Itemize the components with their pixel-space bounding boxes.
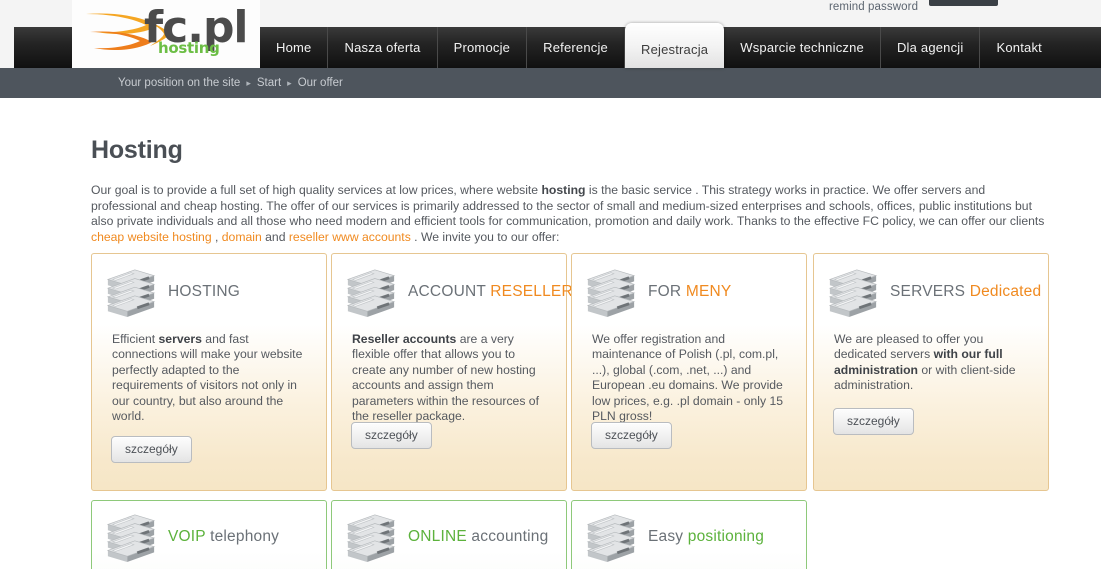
card-title-part-2: MENY xyxy=(685,283,732,300)
link-domain[interactable]: domain xyxy=(222,230,262,244)
breadcrumb-item-our-offer[interactable]: Our offer xyxy=(298,77,343,89)
card-title: Easy positioning xyxy=(648,528,764,546)
card-title-part-1: HOSTING xyxy=(168,283,241,300)
card-header: SERVERS Dedicated xyxy=(824,266,1041,318)
nav-item-dla-agencji[interactable]: Dla agencji xyxy=(881,27,981,68)
link-reseller-www-accounts[interactable]: reseller www accounts xyxy=(289,230,411,244)
nav-item-nasza-oferta[interactable]: Nasza oferta xyxy=(328,27,438,68)
card-body-bold: servers xyxy=(158,332,202,346)
card-header: HOSTING xyxy=(102,266,240,318)
card-header: ONLINE accounting xyxy=(342,511,548,563)
card-body-pre: We offer registration and maintenance of… xyxy=(592,332,784,424)
offer-card[interactable]: HOSTING Efficient servers and fast connec… xyxy=(91,253,327,491)
card-title-part-2: positioning xyxy=(687,528,765,545)
card-body-pre: Efficient xyxy=(112,332,159,346)
intro-bold-hosting: hosting xyxy=(541,183,586,197)
offer-card[interactable]: ACCOUNT RESELLER Reseller accounts are a … xyxy=(331,253,573,491)
details-button[interactable]: szczegóły xyxy=(351,422,432,449)
card-title: SERVERS Dedicated xyxy=(890,283,1041,301)
offer-card[interactable]: FOR MENY We offer registration and mainte… xyxy=(571,253,807,491)
server-stack-icon xyxy=(106,514,156,563)
card-body: We are pleased to offer you dedicated se… xyxy=(834,332,1032,394)
offer-card-small[interactable]: VOIP telephony xyxy=(91,500,327,569)
offer-card-small[interactable]: Easy positioning xyxy=(571,500,807,569)
card-title-part-1: VOIP xyxy=(168,528,211,545)
details-button[interactable]: szczegóły xyxy=(833,408,914,435)
intro-and: and xyxy=(261,229,289,244)
server-stack-icon xyxy=(586,514,636,563)
card-title-part-2: accounting xyxy=(471,528,549,545)
nav-item-wsparcie-techniczne[interactable]: Wsparcie techniczne xyxy=(724,27,881,68)
server-stack-icon xyxy=(346,514,396,563)
server-stack-icon xyxy=(106,269,156,318)
card-body-bold: Reseller accounts xyxy=(352,332,457,346)
offer-card-small[interactable]: ONLINE accounting xyxy=(331,500,567,569)
breadcrumb-label: Your position on the site xyxy=(118,77,241,89)
server-stack-icon xyxy=(828,269,878,318)
nav-item-kontakt[interactable]: Kontakt xyxy=(980,27,1058,68)
card-title-part-1: ACCOUNT xyxy=(408,283,491,300)
card-title-part-2: RESELLER xyxy=(490,283,573,300)
intro-text-3: . We invite you to our offer: xyxy=(410,229,560,244)
logo-tagline: hosting xyxy=(158,39,220,57)
server-stack-icon xyxy=(346,269,396,318)
chevron-right-icon: ▸ xyxy=(287,77,292,88)
card-title: ACCOUNT RESELLER xyxy=(408,283,573,301)
breadcrumb: Your position on the site ▸ Start ▸ Our … xyxy=(118,68,343,98)
card-header: VOIP telephony xyxy=(102,511,279,563)
card-title: FOR MENY xyxy=(648,283,731,301)
nav-item-home[interactable]: Home xyxy=(260,27,329,68)
details-button[interactable]: szczegóły xyxy=(111,436,192,463)
card-body: Reseller accounts are a very flexible of… xyxy=(352,332,550,424)
card-title-part-2: Dedicated xyxy=(969,283,1042,300)
card-title-part-1: SERVERS xyxy=(890,283,970,300)
server-stack-icon xyxy=(586,269,636,318)
card-header: ACCOUNT RESELLER xyxy=(342,266,573,318)
page-root: remind password Home Nasza oferta Promocje… xyxy=(0,0,1101,569)
card-title-part-2: telephony xyxy=(210,528,280,545)
site-logo[interactable]: fc.pl hosting xyxy=(72,0,260,68)
breadcrumb-item-start[interactable]: Start xyxy=(257,77,281,89)
card-title-part-1: Easy xyxy=(648,528,688,545)
nav-items: Home Nasza oferta Promocje Referencje Rejest… xyxy=(260,23,1058,68)
top-account-button[interactable] xyxy=(929,0,998,6)
intro-paragraph: Our goal is to provide a full set of hig… xyxy=(91,183,1049,245)
card-body: We offer registration and maintenance of… xyxy=(592,332,790,424)
nav-left-cap xyxy=(0,27,14,68)
nav-item-promocje[interactable]: Promocje xyxy=(438,27,528,68)
intro-comma: , xyxy=(211,229,222,244)
card-title-part-1: ONLINE xyxy=(408,528,472,545)
card-title: ONLINE accounting xyxy=(408,528,548,546)
card-title-part-1: FOR xyxy=(648,283,686,300)
details-button[interactable]: szczegóły xyxy=(591,422,672,449)
card-body: Efficient servers and fast connections w… xyxy=(112,332,310,424)
card-title: HOSTING xyxy=(168,283,240,301)
card-header: FOR MENY xyxy=(582,266,731,318)
offer-card[interactable]: SERVERS Dedicated We are pleased to offer… xyxy=(813,253,1049,491)
card-title: VOIP telephony xyxy=(168,528,279,546)
nav-item-referencje[interactable]: Referencje xyxy=(527,27,625,68)
remind-password-link[interactable]: remind password xyxy=(829,0,918,14)
card-header: Easy positioning xyxy=(582,511,764,563)
nav-item-rejestracja[interactable]: Rejestracja xyxy=(624,23,725,68)
intro-text-1: Our goal is to provide a full set of hig… xyxy=(91,183,542,197)
page-title: Hosting xyxy=(91,136,183,164)
link-cheap-website-hosting[interactable]: cheap website hosting xyxy=(91,230,212,244)
chevron-right-icon: ▸ xyxy=(246,77,251,88)
